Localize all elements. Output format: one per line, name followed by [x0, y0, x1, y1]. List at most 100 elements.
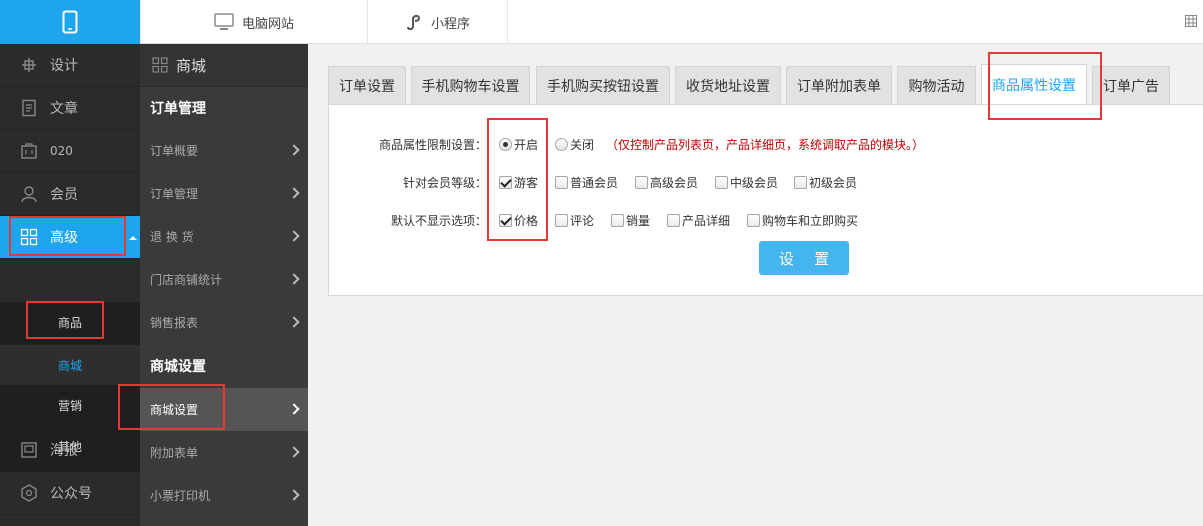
sidebar-item-o2o[interactable]: 020: [0, 130, 140, 173]
caret-up-icon: [129, 236, 137, 240]
chevron-right-icon: [288, 144, 300, 156]
checkbox[interactable]: [667, 214, 680, 227]
chevron-right-icon: [288, 446, 300, 458]
poster-icon: [21, 442, 37, 458]
section-title-mall-settings: 商城设置: [150, 359, 206, 375]
checkbox-label: 中级会员: [730, 176, 779, 190]
nav-link-receipt-printer[interactable]: 小票打印机: [140, 474, 308, 517]
checkbox-senior-member[interactable]: 高级会员: [635, 174, 698, 191]
sidebar-item-article-label: 文章: [50, 101, 78, 117]
radio-button[interactable]: [555, 138, 568, 151]
checkbox-cart-and-buy[interactable]: 购物车和立即购买: [747, 212, 858, 229]
secondary-sidebar-header: 商城: [140, 44, 308, 87]
o2o-icon: [21, 143, 37, 159]
apps-grid-icon[interactable]: [1185, 15, 1197, 27]
main-sidebar: 设计 文章 020 会员 高级 商品 商城 营销 其他 海报 公众号: [0, 44, 140, 526]
article-icon: [22, 99, 36, 117]
tab-pc-website[interactable]: 电脑网站: [140, 0, 368, 44]
mini-program-icon: [406, 14, 420, 31]
app-root: 电脑网站 小程序 设计 文章 020 会员 高级 商品 商城 营销 其他 海报 …: [0, 0, 1203, 526]
highlight-box: [487, 118, 548, 241]
sidebar-item-poster[interactable]: 海报: [0, 429, 140, 472]
radio-label: 关闭: [570, 138, 595, 152]
checkbox[interactable]: [715, 176, 728, 189]
secondary-sidebar: 商城 订单管理 订单概要 订单管理 退 换 货 门店商铺统计 销售报表 商城设置…: [140, 44, 308, 526]
mobile-site-button[interactable]: [0, 0, 140, 44]
checkbox[interactable]: [635, 176, 648, 189]
nav-link-order-management[interactable]: 订单管理: [140, 172, 308, 215]
sidebar-item-official-account[interactable]: 公众号: [0, 472, 140, 515]
sidebar-item-o2o-label: 020: [50, 144, 73, 158]
grid-icon: [152, 57, 168, 73]
design-icon: [22, 58, 36, 72]
tab-mobile-cart-settings[interactable]: 手机购物车设置: [411, 66, 530, 104]
nav-link-label: 订单概要: [150, 144, 199, 158]
chevron-right-icon: [288, 489, 300, 501]
help-note: （仅控制产品列表页，产品详细页，系统调取产品的模块。）: [606, 138, 925, 152]
submenu-item-mall[interactable]: 商城: [0, 345, 140, 385]
form-row-attribute-limit: 商品属性限制设置： 开启 关闭 （仅控制产品列表页，产品详细页，系统调取产品的模…: [329, 134, 1203, 154]
tab-order-settings[interactable]: 订单设置: [328, 66, 406, 104]
submenu-item-mall-label: 商城: [57, 358, 82, 373]
nav-link-label: 附加表单: [150, 446, 199, 460]
tab-order-additional-form[interactable]: 订单附加表单: [786, 66, 892, 104]
checkbox-label: 初级会员: [809, 176, 858, 190]
nav-link-label: 小票打印机: [150, 489, 211, 503]
checkbox-sales[interactable]: 销量: [611, 212, 650, 229]
tab-shipping-address-settings[interactable]: 收货地址设置: [675, 66, 781, 104]
nav-link-additional-form[interactable]: 附加表单: [140, 431, 308, 474]
sidebar-item-design[interactable]: 设计: [0, 44, 140, 87]
field-label: 针对会员等级：: [402, 175, 487, 190]
nav-link-order-summary[interactable]: 订单概要: [140, 129, 308, 172]
sidebar-item-member[interactable]: 会员: [0, 173, 140, 216]
chevron-right-icon: [288, 316, 300, 328]
tab-pc-website-label: 电脑网站: [241, 16, 294, 32]
nav-link-store-stats[interactable]: 门店商铺统计: [140, 258, 308, 301]
checkbox-comments[interactable]: 评论: [555, 212, 594, 229]
checkbox[interactable]: [555, 176, 568, 189]
save-settings-button[interactable]: 设 置: [759, 241, 849, 275]
highlight-box: [118, 384, 225, 430]
form-row-hidden-options: 默认不显示选项： 价格 评论 销量 产品详细 购物车和立即购买: [329, 210, 1203, 230]
highlight-box: [9, 216, 126, 256]
tab-shopping-activity[interactable]: 购物活动: [897, 66, 976, 104]
nav-link-sales-report[interactable]: 销售报表: [140, 301, 308, 344]
radio-disable[interactable]: 关闭: [555, 136, 594, 153]
sidebar-item-poster-label: 海报: [50, 443, 78, 459]
nav-link-label: 门店商铺统计: [150, 273, 223, 287]
checkbox-label: 普通会员: [570, 176, 619, 190]
checkbox-product-detail[interactable]: 产品详细: [667, 212, 730, 229]
highlight-box: [988, 52, 1102, 120]
chevron-right-icon: [288, 230, 300, 242]
checkbox-middle-member[interactable]: 中级会员: [715, 174, 778, 191]
mobile-phone-icon: [62, 10, 78, 34]
highlight-box: [26, 301, 104, 339]
field-label: 默认不显示选项：: [390, 213, 487, 228]
chevron-right-icon: [288, 273, 300, 285]
settings-panel: 商品属性限制设置： 开启 关闭 （仅控制产品列表页，产品详细页，系统调取产品的模…: [328, 104, 1203, 296]
tab-order-ads[interactable]: 订单广告: [1092, 66, 1170, 104]
nav-link-label: 退 换 货: [150, 230, 194, 244]
section-title-order-management: 订单管理: [150, 101, 206, 117]
field-label: 商品属性限制设置：: [378, 137, 487, 152]
form-row-member-level: 针对会员等级： 游客 普通会员 高级会员 中级会员 初级会员: [329, 172, 1203, 192]
top-bar: 电脑网站 小程序: [0, 0, 1203, 44]
secondary-sidebar-title: 商城: [176, 56, 207, 75]
checkbox[interactable]: [611, 214, 624, 227]
nav-link-label: 订单管理: [150, 187, 199, 201]
submenu-item-marketing-label: 营销: [57, 398, 82, 413]
nav-link-label: 销售报表: [150, 316, 199, 330]
checkbox[interactable]: [794, 176, 807, 189]
checkbox-label: 销量: [626, 214, 651, 228]
checkbox[interactable]: [747, 214, 760, 227]
checkbox-label: 产品详细: [682, 214, 731, 228]
chevron-right-icon: [288, 403, 300, 415]
sidebar-item-article[interactable]: 文章: [0, 87, 140, 130]
nav-link-returns[interactable]: 退 换 货: [140, 215, 308, 258]
tab-mini-program[interactable]: 小程序: [368, 0, 508, 44]
checkbox[interactable]: [555, 214, 568, 227]
tab-mobile-buy-button-settings[interactable]: 手机购买按钮设置: [536, 66, 670, 104]
checkbox-normal-member[interactable]: 普通会员: [555, 174, 618, 191]
sidebar-item-design-label: 设计: [50, 58, 78, 74]
checkbox-junior-member[interactable]: 初级会员: [794, 174, 857, 191]
